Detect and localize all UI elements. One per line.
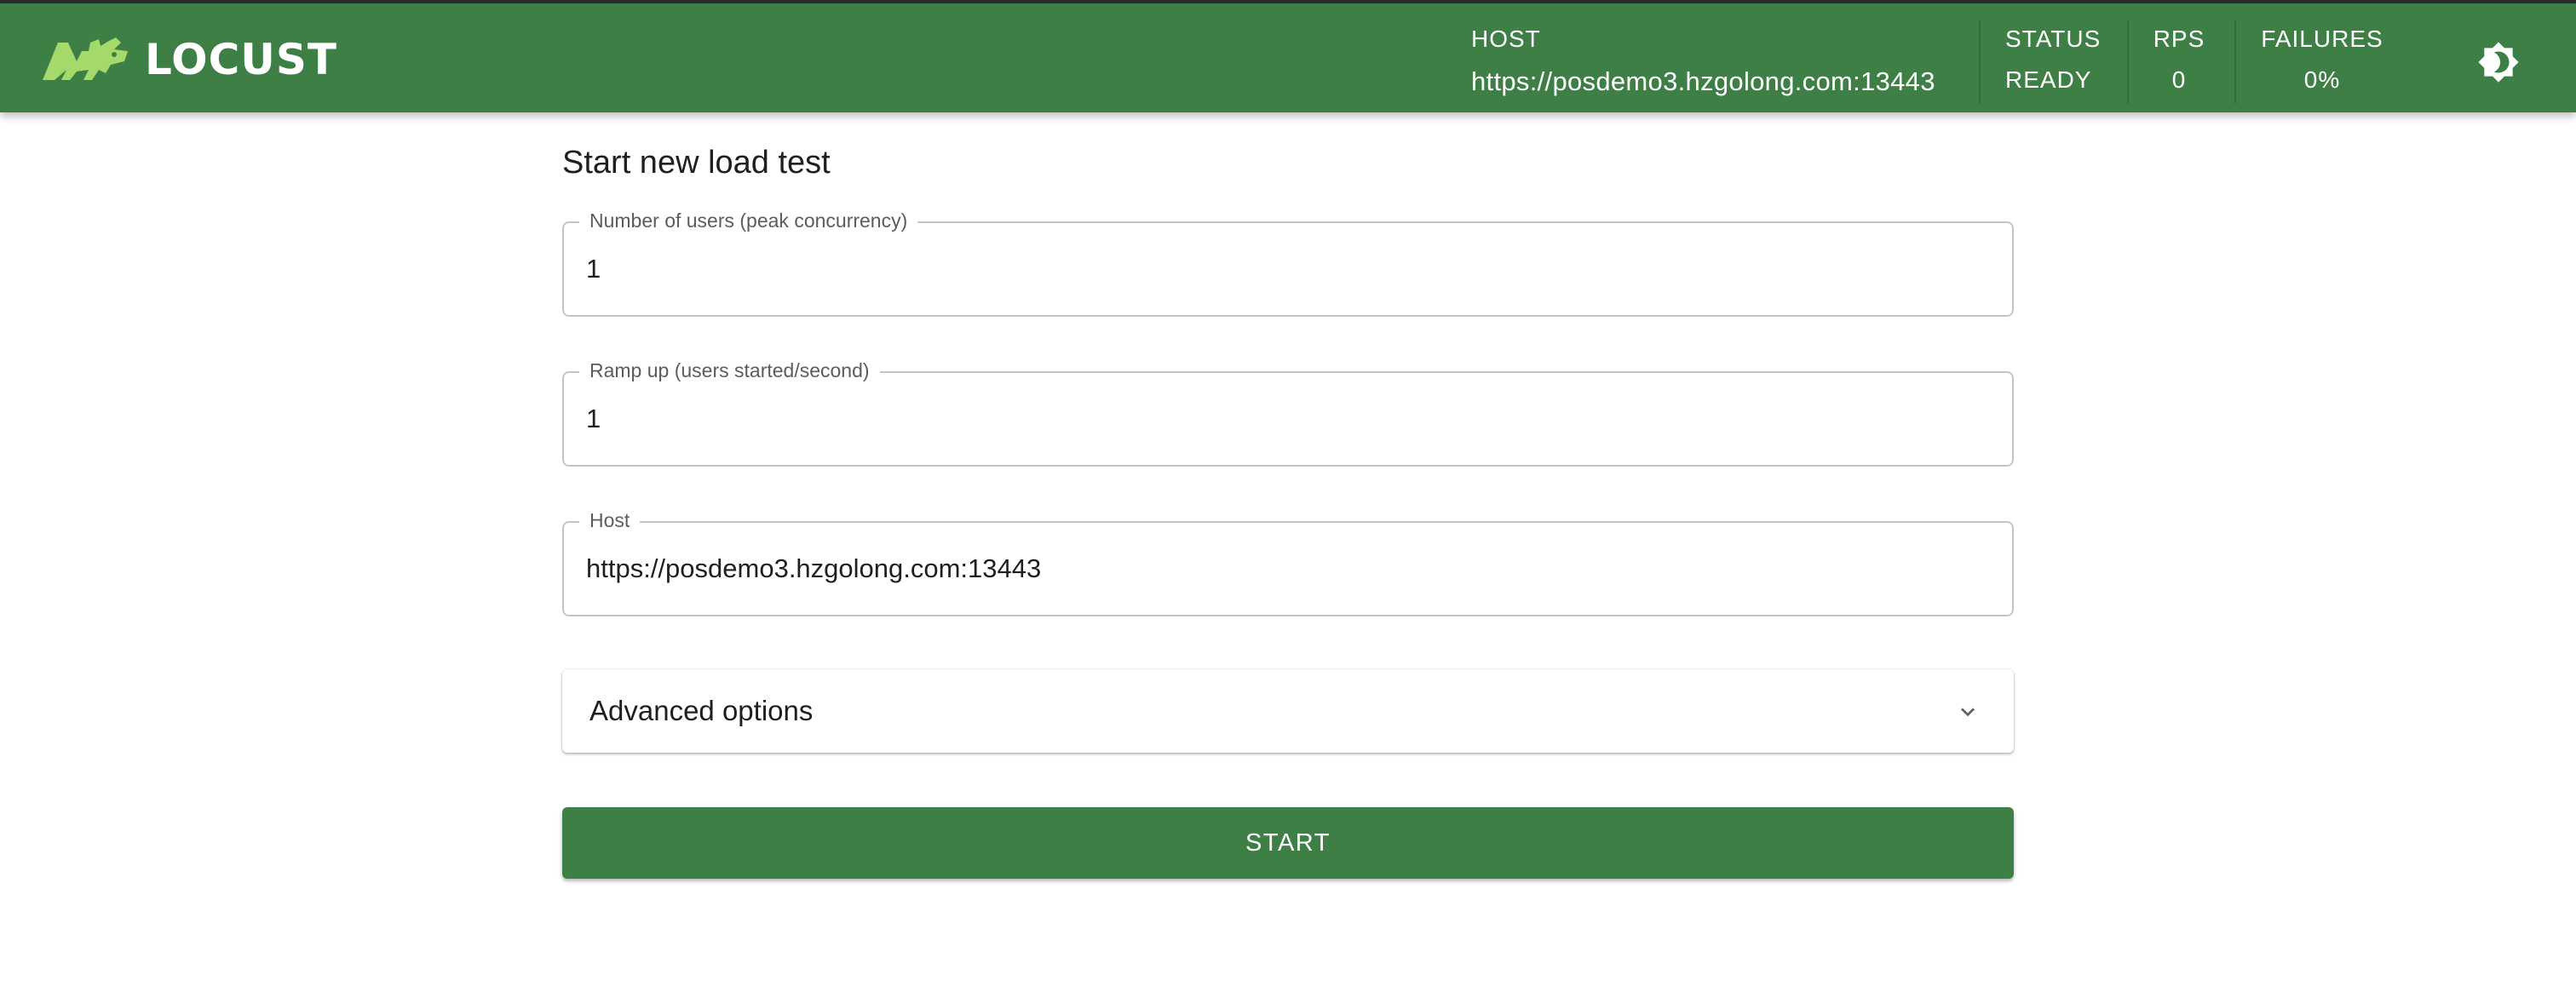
- header-rps: RPS 0: [2126, 3, 2232, 112]
- header-status: STATUS READY: [2005, 3, 2107, 112]
- header-failures: FAILURES 0%: [2237, 3, 2407, 112]
- host-value: https://posdemo3.hzgolong.com:13443: [1471, 66, 1935, 96]
- start-button[interactable]: START: [562, 807, 2014, 879]
- brand-name: LOCUST: [145, 35, 337, 84]
- theme-toggle-button[interactable]: [2477, 41, 2520, 83]
- advanced-options-accordion[interactable]: Advanced options: [562, 669, 2014, 753]
- status-value: READY: [2005, 66, 2092, 93]
- brand-logo-link[interactable]: LOCUST: [39, 34, 337, 85]
- divider: [2234, 20, 2236, 104]
- header-host: HOST https://posdemo3.hzgolong.com:13443: [1471, 3, 1982, 112]
- chevron-down-icon[interactable]: [1954, 698, 1981, 725]
- failures-value: 0%: [2303, 66, 2341, 93]
- rps-label: RPS: [2153, 26, 2205, 52]
- rps-value: 0: [2171, 66, 2187, 93]
- status-label: STATUS: [2005, 26, 2102, 52]
- ramp-up-field: Ramp up (users started/second): [562, 359, 2014, 467]
- host-label: HOST: [1471, 26, 1541, 52]
- app-header: LOCUST HOST https://posdemo3.hzgolong.co…: [0, 0, 2576, 112]
- divider: [1979, 20, 1981, 104]
- page-title: Start new load test: [562, 145, 831, 181]
- users-field: Number of users (peak concurrency): [562, 209, 2014, 317]
- ramp-up-input[interactable]: [586, 373, 1983, 465]
- locust-logo-icon: [39, 36, 129, 83]
- brightness-icon: [2477, 42, 2520, 87]
- host-input[interactable]: [586, 523, 1983, 615]
- failures-label: FAILURES: [2261, 26, 2383, 52]
- host-field: Host: [562, 509, 2014, 616]
- advanced-options-label: Advanced options: [589, 695, 814, 726]
- users-input[interactable]: [586, 223, 1983, 315]
